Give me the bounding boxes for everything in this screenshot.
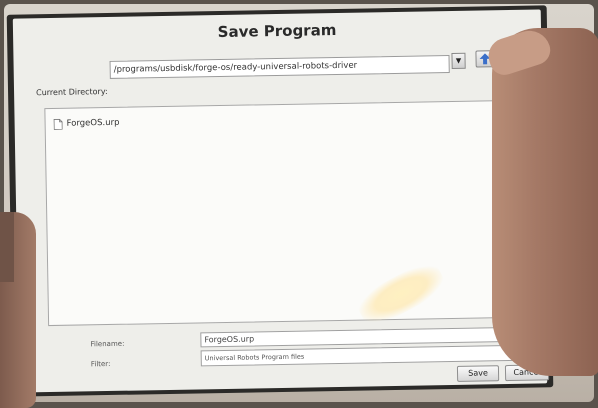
screen: Save Program Current Directory: /program… xyxy=(6,5,554,397)
file-name: ForgeOS.urp xyxy=(66,117,120,129)
file-icon xyxy=(53,118,63,130)
chevron-down-icon[interactable]: ▼ xyxy=(451,52,466,69)
filter-select[interactable]: Universal Robots Program files xyxy=(200,344,537,367)
file-list[interactable]: ForgeOS.urp xyxy=(44,99,545,327)
save-program-dialog: Save Program Current Directory: /program… xyxy=(12,9,550,393)
filter-label: Filter: xyxy=(90,359,111,369)
left-hand xyxy=(0,212,36,408)
current-directory-field[interactable]: /programs/usbdisk/forge-os/ready-univers… xyxy=(109,55,450,79)
current-directory-label: Current Directory: xyxy=(35,86,108,98)
dialog-title: Save Program xyxy=(217,20,337,42)
right-hand xyxy=(492,28,598,376)
save-button[interactable]: Save xyxy=(456,365,500,382)
filename-label: Filename: xyxy=(90,339,125,349)
list-item[interactable]: ForgeOS.urp xyxy=(53,116,120,131)
